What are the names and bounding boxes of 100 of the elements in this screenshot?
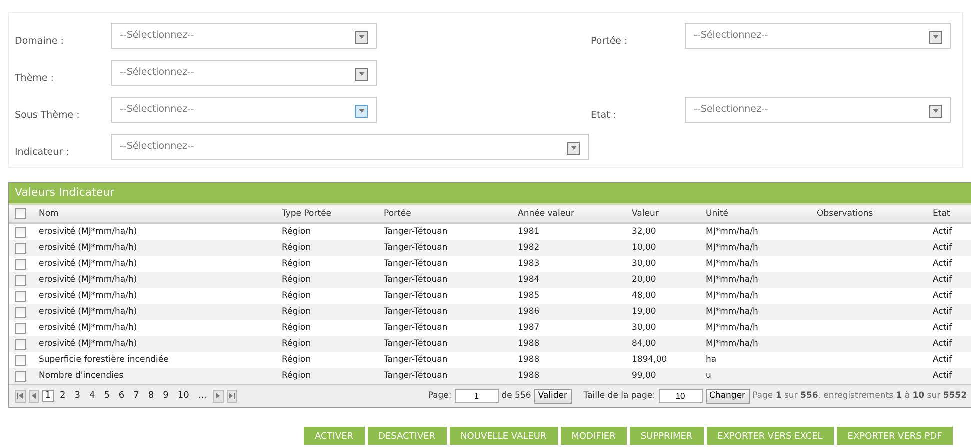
field-label: Indicateur : bbox=[15, 146, 70, 158]
table-cell-text: erosivité (MJ*mm/ha/h) bbox=[39, 307, 138, 317]
last-page-icon bbox=[228, 393, 235, 399]
select-field[interactable]: --Sélectionnez-- bbox=[111, 134, 589, 160]
table-cell-text: Région bbox=[282, 275, 312, 285]
row-checkbox[interactable] bbox=[15, 258, 26, 270]
table-cell-text: Actif bbox=[933, 339, 954, 349]
page-link[interactable]: 8 bbox=[145, 390, 158, 402]
row-checkbox[interactable] bbox=[15, 274, 26, 286]
page-input[interactable]: 1 bbox=[454, 389, 499, 403]
dropdown-arrow-icon bbox=[358, 34, 364, 40]
table-cell-text: Actif bbox=[933, 307, 954, 317]
left-triangle-icon bbox=[30, 393, 37, 399]
page-link[interactable]: 3 bbox=[72, 390, 84, 402]
column-header[interactable]: Unité bbox=[706, 208, 817, 218]
page-link[interactable]: 9 bbox=[160, 390, 172, 402]
select-field[interactable]: --Sélectionnez-- bbox=[111, 22, 377, 48]
row-checkbox[interactable] bbox=[15, 354, 26, 366]
page-link[interactable]: 6 bbox=[116, 390, 128, 402]
table-cell-text: 48,00 bbox=[632, 291, 658, 301]
field-label: Sous Thème : bbox=[15, 109, 81, 121]
page-link[interactable]: 5 bbox=[101, 390, 113, 402]
table-cell-text: MJ*mm/ha/h bbox=[706, 243, 760, 253]
table-cell-text: Région bbox=[282, 323, 312, 333]
page-size-input[interactable]: 10 bbox=[658, 389, 702, 403]
row-checkbox[interactable] bbox=[15, 322, 26, 334]
table-cell-text: Tanger-Tétouan bbox=[384, 323, 449, 333]
page-link[interactable]: 4 bbox=[86, 390, 98, 402]
select-field[interactable]: --Sélectionnez-- bbox=[111, 60, 377, 86]
table-cell-text: erosivité (MJ*mm/ha/h) bbox=[39, 243, 138, 253]
dropdown-arrow-icon bbox=[358, 108, 364, 114]
table-cell-text: 99,00 bbox=[632, 371, 658, 381]
table-cell-text: 1894,00 bbox=[632, 355, 668, 365]
column-header[interactable]: Observations bbox=[817, 208, 933, 218]
row-checkbox[interactable] bbox=[15, 306, 26, 318]
row-checkbox[interactable] bbox=[15, 338, 26, 350]
table-cell-text: Actif bbox=[933, 323, 954, 333]
table-cell-text: Tanger-Tétouan bbox=[384, 227, 449, 237]
table-cell-text: Actif bbox=[933, 291, 954, 301]
page-link[interactable]: 10 bbox=[174, 390, 192, 402]
table-cell-text: Région bbox=[282, 243, 312, 253]
table-cell-text: Actif bbox=[933, 275, 954, 285]
row-checkbox[interactable] bbox=[15, 290, 26, 302]
table-cell-text: Tanger-Tétouan bbox=[384, 339, 449, 349]
table-cell-text: 30,00 bbox=[632, 323, 658, 333]
column-header[interactable]: Etat bbox=[933, 208, 971, 218]
first-page-icon bbox=[17, 393, 24, 399]
dropdown-arrow-icon bbox=[932, 34, 938, 40]
table-cell-text: MJ*mm/ha/h bbox=[706, 227, 760, 237]
table-cell-text: Actif bbox=[933, 355, 954, 365]
page-label: Page: bbox=[428, 391, 452, 401]
table-cell-text: Actif bbox=[933, 227, 954, 237]
table-cell-text: 1986 bbox=[518, 307, 541, 317]
first-page-button[interactable] bbox=[15, 390, 26, 402]
table-cell-text: Tanger-Tétouan bbox=[384, 275, 449, 285]
pager-summary: Page 1 sur 556, enregistrements 1 à 10 sur 5552 bbox=[752, 391, 967, 401]
table-cell-text: 10,00 bbox=[632, 243, 658, 253]
table-cell-text: erosivité (MJ*mm/ha/h) bbox=[39, 291, 138, 301]
field-label: Thème : bbox=[15, 72, 55, 84]
validate-button[interactable]: Valider bbox=[534, 388, 572, 404]
page-link[interactable]: 2 bbox=[56, 390, 69, 402]
dropdown-arrow-icon bbox=[570, 145, 576, 151]
row-checkbox[interactable] bbox=[15, 242, 26, 254]
field-label: Etat : bbox=[591, 109, 618, 121]
select-field[interactable]: --Sélectionnez-- bbox=[111, 96, 377, 122]
page-count: de 556 bbox=[502, 391, 532, 401]
select-all-checkbox[interactable] bbox=[15, 208, 26, 219]
table-cell-text: Tanger-Tétouan bbox=[384, 259, 449, 269]
table-cell-text: Région bbox=[282, 259, 312, 269]
column-header[interactable]: Portée bbox=[384, 208, 518, 218]
table-cell-text: 84,00 bbox=[632, 339, 658, 349]
table-cell-text: 1985 bbox=[518, 291, 541, 301]
page-link[interactable]: 7 bbox=[130, 390, 142, 402]
table-cell-text: Région bbox=[282, 227, 312, 237]
page-link[interactable]: 1 bbox=[42, 390, 54, 402]
next-page-button[interactable] bbox=[212, 390, 224, 402]
select-field[interactable]: --Sélectionnez-- bbox=[685, 22, 951, 48]
field-label: Domaine : bbox=[15, 35, 65, 47]
table-cell-text: Actif bbox=[933, 259, 954, 269]
table-cell-text: MJ*mm/ha/h bbox=[706, 323, 760, 333]
previous-page-button[interactable] bbox=[28, 390, 40, 402]
table-cell-text: 20,00 bbox=[632, 275, 658, 285]
row-checkbox[interactable] bbox=[15, 370, 26, 382]
column-header[interactable]: Valeur bbox=[632, 208, 706, 218]
table-cell-text: 1987 bbox=[518, 323, 541, 333]
table-cell-text: MJ*mm/ha/h bbox=[706, 259, 760, 269]
table-cell-text: Superficie forestière incendiée bbox=[39, 355, 170, 365]
page-link[interactable]: ... bbox=[195, 390, 210, 402]
select-field[interactable]: --Selectionnez-- bbox=[685, 96, 951, 122]
row-checkbox[interactable] bbox=[15, 226, 26, 238]
table-cell-text: MJ*mm/ha/h bbox=[706, 307, 760, 317]
table-cell-text: 1982 bbox=[518, 243, 541, 253]
column-header[interactable]: Année valeur bbox=[518, 208, 632, 218]
column-header[interactable]: Nom bbox=[39, 208, 282, 218]
column-header[interactable]: Type Portée bbox=[282, 208, 384, 218]
table-cell-text: Actif bbox=[933, 371, 954, 381]
last-page-button[interactable] bbox=[226, 390, 238, 402]
field-label: Portée : bbox=[591, 35, 629, 47]
table-cell-text: 1981 bbox=[518, 227, 541, 237]
change-button[interactable]: Changer bbox=[706, 388, 750, 404]
